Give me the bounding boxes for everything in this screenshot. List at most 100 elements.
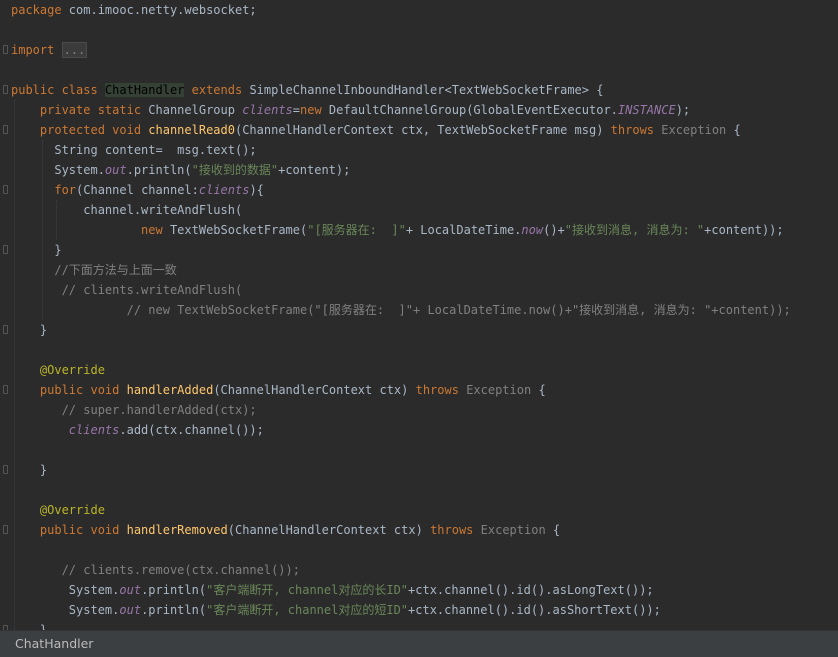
code-token: System. xyxy=(11,163,105,177)
code-token: INSTANCE xyxy=(617,103,676,117)
code-token: + LocalDateTime. xyxy=(405,223,522,237)
code-token: Exception xyxy=(661,123,727,137)
breadcrumb[interactable]: ChatHandler xyxy=(15,636,93,651)
code-line: protected void channelRead0(ChannelHandl… xyxy=(11,120,741,140)
code-line: private static ChannelGroup clients=new … xyxy=(11,100,690,120)
code-token: protected void xyxy=(39,123,149,137)
code-token: (ChannelHandlerContext ctx) xyxy=(227,523,431,537)
code-token: now xyxy=(521,223,544,237)
code-token: (Channel channel: xyxy=(76,183,199,197)
code-token: .println( xyxy=(126,163,192,177)
code-token: channelRead0 xyxy=(148,123,235,137)
code-line: //下面方法与上面一致 xyxy=(11,260,176,280)
code-token: { xyxy=(531,383,546,397)
fold-marker-icon[interactable] xyxy=(3,325,8,334)
code-token: throws xyxy=(430,523,481,537)
fold-marker-icon[interactable] xyxy=(3,385,8,394)
code-token: private static xyxy=(39,103,149,117)
fold-marker-icon[interactable] xyxy=(3,125,8,134)
code-token: { xyxy=(726,123,741,137)
code-token: System. xyxy=(11,603,120,617)
code-token: // super.handlerAdded(ctx); xyxy=(11,403,257,417)
code-line: package com.imooc.netty.websocket; xyxy=(11,0,257,20)
code-token: throws xyxy=(610,123,662,137)
code-line: // super.handlerAdded(ctx); xyxy=(11,400,257,420)
code-line: channel.writeAndFlush( xyxy=(11,200,242,220)
code-token: .println( xyxy=(141,583,207,597)
code-token: +content); xyxy=(278,163,351,177)
code-token: out xyxy=(104,163,127,177)
code-token: (ChannelHandlerContext ctx, TextWebSocke… xyxy=(234,123,611,137)
fold-marker-icon[interactable] xyxy=(3,45,8,54)
code-token: DefaultChannelGroup(GlobalEventExecutor. xyxy=(328,103,618,117)
code-token: com.imooc.netty.websocket; xyxy=(68,3,257,17)
code-token: "接收到的数据" xyxy=(191,163,279,177)
code-line: // clients.writeAndFlush( xyxy=(11,280,243,300)
code-token: @Override xyxy=(11,363,105,377)
code-line: new TextWebSocketFrame("[服务器在: ]"+ Local… xyxy=(11,220,784,240)
code-line: System.out.println("客户端断开, channel对应的短ID… xyxy=(11,600,661,620)
code-token: .add(ctx.channel()); xyxy=(119,423,264,437)
code-token: public void xyxy=(39,383,127,397)
code-token: +ctx.channel().id().asLongText()); xyxy=(408,583,654,597)
code-token: ChatHandler xyxy=(104,83,185,97)
code-token: for xyxy=(54,183,77,197)
code-line: @Override xyxy=(11,500,105,520)
code-token: clients xyxy=(242,103,293,117)
code-token: // clients.remove(ctx.channel()); xyxy=(11,563,300,577)
code-line: public void handlerAdded(ChannelHandlerC… xyxy=(11,380,546,400)
status-bar: ChatHandler xyxy=(0,630,838,657)
code-line: } xyxy=(11,620,47,630)
code-token: handlerAdded xyxy=(126,383,214,397)
code-token: ... xyxy=(61,42,88,58)
code-token: channel.writeAndFlush( xyxy=(11,203,243,217)
fold-marker-icon[interactable] xyxy=(3,465,8,474)
code-token: throws xyxy=(415,383,467,397)
code-token: out xyxy=(119,603,142,617)
code-token: // new TextWebSocketFrame("[服务器在: ]"+ Lo… xyxy=(11,303,791,317)
code-token: } xyxy=(11,623,48,630)
code-token: +ctx.channel().id().asShortText()); xyxy=(408,603,661,617)
code-line: // clients.remove(ctx.channel()); xyxy=(11,560,300,580)
code-token: out xyxy=(119,583,142,597)
code-token: ){ xyxy=(249,183,264,197)
code-line: clients.add(ctx.channel()); xyxy=(11,420,264,440)
code-token: +content)); xyxy=(704,223,784,237)
code-token: new xyxy=(300,103,329,117)
code-line: } xyxy=(11,460,47,480)
code-token: } xyxy=(11,463,48,477)
code-token: public class xyxy=(11,83,105,97)
code-line: System.out.println("接收到的数据"+content); xyxy=(11,160,350,180)
fold-marker-icon[interactable] xyxy=(3,85,8,94)
code-token: package xyxy=(11,3,69,17)
code-line: } xyxy=(11,240,61,260)
code-line: } xyxy=(11,320,47,340)
code-token: String content= msg.text(); xyxy=(11,143,257,157)
code-token: @Override xyxy=(11,503,105,517)
code-token: System. xyxy=(11,583,120,597)
fold-marker-icon[interactable] xyxy=(3,525,8,534)
code-line: System.out.println("客户端断开, channel对应的长ID… xyxy=(11,580,654,600)
code-token: Exception xyxy=(480,523,546,537)
code-line: @Override xyxy=(11,360,105,380)
code-editor[interactable]: package com.imooc.netty.websocket; import… xyxy=(0,0,838,630)
code-line: public class ChatHandler extends SimpleC… xyxy=(11,80,603,100)
fold-marker-icon[interactable] xyxy=(3,185,8,194)
fold-marker-icon[interactable] xyxy=(3,245,8,254)
code-token: extends xyxy=(184,83,250,97)
code-token: new xyxy=(141,223,170,237)
code-token: ()+ xyxy=(543,223,565,237)
code-token: "客户端断开, channel对应的长ID" xyxy=(206,583,409,597)
code-token: TextWebSocketFrame( xyxy=(169,223,308,237)
code-token: .println( xyxy=(141,603,207,617)
code-token: SimpleChannelInboundHandler<TextWebSocke… xyxy=(249,83,604,97)
code-line: public void handlerRemoved(ChannelHandle… xyxy=(11,520,560,540)
code-token: import xyxy=(11,43,62,57)
code-token: ChannelGroup xyxy=(148,103,243,117)
code-token: } xyxy=(11,323,48,337)
